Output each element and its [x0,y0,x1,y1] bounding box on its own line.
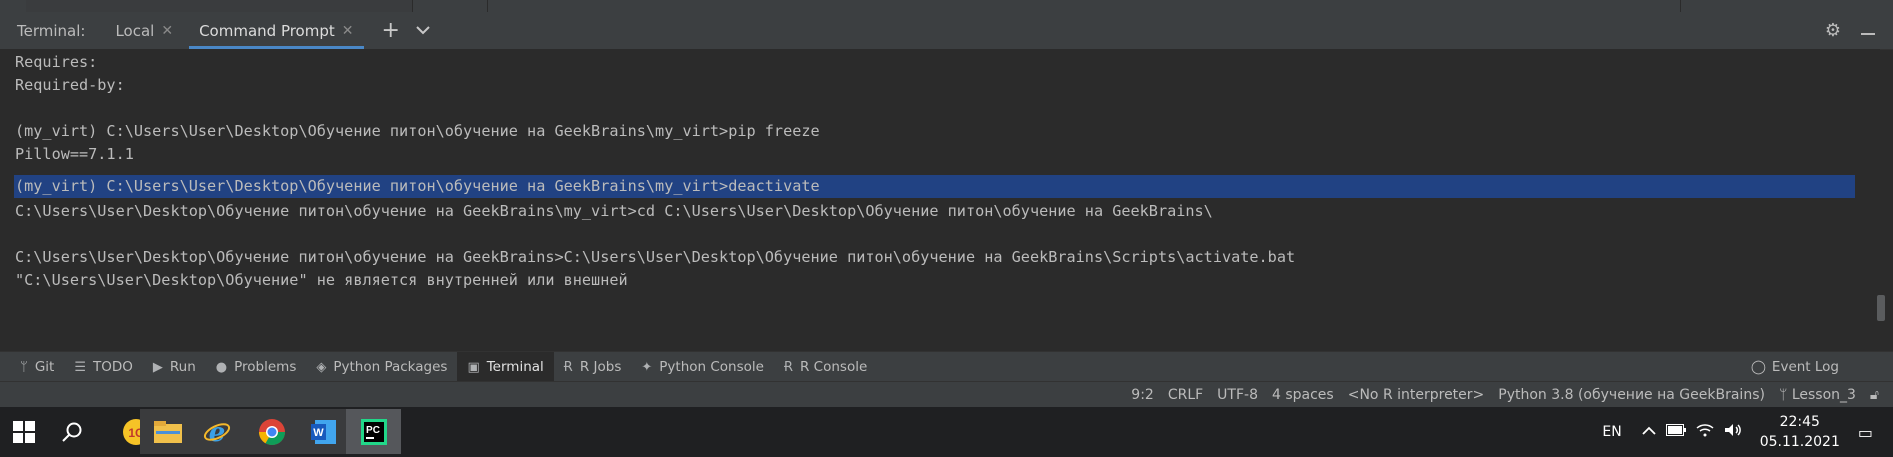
new-tab-plus-icon[interactable]: + [382,18,400,43]
chevron-down-icon[interactable] [416,23,430,39]
file-explorer-icon[interactable] [140,407,195,457]
tool-todo[interactable]: ☰ TODO [64,352,143,382]
event-log-label: Event Log [1771,359,1839,375]
list-icon: ☰ [74,359,86,375]
battery-icon[interactable] [1665,424,1686,440]
project-panel-strip [26,0,412,12]
git-branch-icon: ᛘ [1778,387,1792,403]
tab-label: Command Prompt [199,21,335,40]
gear-icon[interactable]: ⚙ [1825,20,1841,41]
tool-label: Problems [234,359,297,375]
lock-icon[interactable]: 🔓︎ [1870,387,1879,403]
divider [412,0,413,12]
terminal-line: Required-by: [15,76,125,94]
tool-python-packages[interactable]: ◈ Python Packages [306,352,457,382]
tool-git[interactable]: ᛘ Git [10,352,64,382]
tab-command-prompt[interactable]: Command Prompt ✕ [189,12,364,49]
git-branch-label: Lesson_3 [1791,387,1856,403]
windows-taskbar: 1С e W PC EN 22:45 05.11.2021 ▭ [0,407,1893,457]
file-encoding[interactable]: UTF-8 [1217,387,1258,403]
event-log-icon: ◯ [1750,359,1766,375]
terminal-line: "C:\Users\User\Desktop\Обучение" не явля… [15,271,628,289]
tool-label: Python Packages [333,359,448,375]
terminal-icon: ▣ [467,359,480,375]
divider [487,0,488,12]
close-icon[interactable]: ✕ [161,23,173,39]
r-icon: Ɍ [783,359,793,375]
event-log-button[interactable]: ◯ Event Log [1751,352,1839,382]
tool-label: R Console [800,359,868,375]
tool-label: Git [34,359,55,375]
tool-label: TODO [92,359,133,375]
top-window-strip [0,0,1893,12]
tool-label: R Jobs [579,359,622,375]
warning-icon: ● [215,359,228,375]
terminal-line: (my_virt) C:\Users\User\Desktop\Обучение… [15,122,820,140]
svg-text:e: e [208,418,225,446]
tool-label: Run [169,359,196,375]
caret-position[interactable]: 9:2 [1131,387,1154,403]
git-branch[interactable]: ᛘ Lesson_3 [1779,387,1856,403]
wifi-icon[interactable] [1696,423,1714,441]
tool-python-console[interactable]: ✦ Python Console [631,352,774,382]
layers-icon: ◈ [316,359,327,375]
tool-run[interactable]: ▶ Run [143,352,206,382]
chrome-icon[interactable] [244,407,299,457]
play-icon: ▶ [152,359,163,375]
tool-terminal[interactable]: ▣ Terminal [457,352,554,382]
tool-r-console[interactable]: Ɍ R Console [774,352,877,382]
tab-local[interactable]: Local ✕ [105,12,183,49]
pycharm-icon[interactable]: PC [346,407,401,457]
terminal-line: Pillow==7.1.1 [15,145,134,163]
r-icon: Ɍ [563,359,573,375]
terminal-line: C:\Users\User\Desktop\Обучение питон\обу… [15,202,1213,220]
tool-problems[interactable]: ● Problems [206,352,307,382]
tool-r-jobs[interactable]: Ɍ R Jobs [554,352,632,382]
r-interpreter[interactable]: <No R interpreter> [1348,387,1485,403]
svg-text:W: W [313,427,324,439]
clock-date: 05.11.2021 [1759,434,1840,450]
windows-start-icon[interactable] [0,407,48,457]
search-icon[interactable] [48,407,96,457]
svg-text:PC: PC [366,425,380,436]
word-icon[interactable]: W [296,407,351,457]
internet-explorer-icon[interactable]: e [189,407,244,457]
python-interpreter[interactable]: Python 3.8 (обучение на GeekBrains) [1498,387,1765,403]
system-tray: EN 22:45 05.11.2021 ▭ [1602,407,1893,457]
close-icon[interactable]: ✕ [342,23,354,39]
system-clock[interactable]: 22:45 05.11.2021 [1760,412,1840,452]
divider [1680,0,1681,12]
tool-label: Python Console [659,359,764,375]
terminal-label: Terminal: [17,21,86,40]
tab-label: Local [115,21,155,40]
chevron-up-icon[interactable] [1642,424,1656,440]
status-bar: 9:2 CRLF UTF-8 4 spaces <No R interprete… [0,381,1893,408]
notification-icon[interactable]: ▭ [1858,423,1873,442]
scrollbar-thumb[interactable] [1877,295,1885,321]
volume-icon[interactable] [1724,423,1742,441]
language-indicator[interactable]: EN [1602,424,1621,440]
minimize-icon[interactable] [1861,20,1875,41]
tool-window-bar: ᛘ Git ☰ TODO ▶ Run ● Problems ◈ Python P… [0,351,1893,382]
clock-time: 22:45 [1779,414,1820,430]
python-icon: ✦ [641,359,653,375]
tool-label: Terminal [486,359,544,375]
terminal-output[interactable]: Requires: Required-by: (my_virt) C:\User… [0,49,1880,351]
terminal-line-selected: (my_virt) C:\Users\User\Desktop\Обучение… [14,175,1855,198]
line-separator[interactable]: CRLF [1168,387,1203,403]
git-branch-icon: ᛘ [20,359,28,375]
indent-setting[interactable]: 4 spaces [1272,387,1334,403]
terminal-tab-bar: Terminal: Local ✕ Command Prompt ✕ + ⚙ [0,12,1893,50]
